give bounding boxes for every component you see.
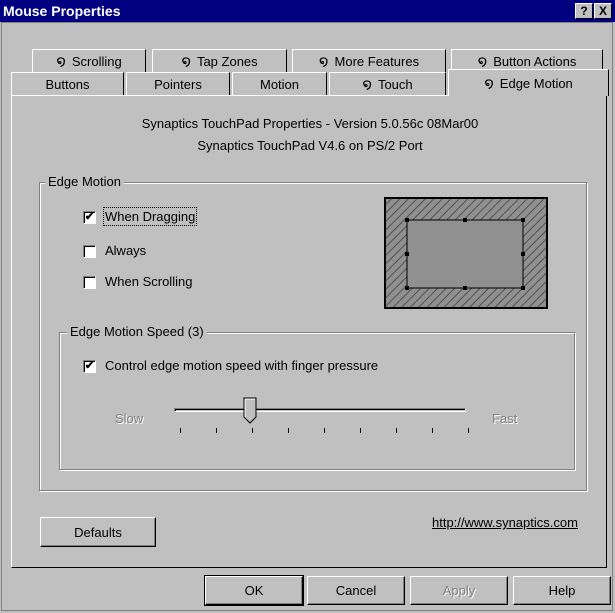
tab-label: More Features: [334, 54, 420, 69]
when-scrolling-label[interactable]: When Scrolling: [105, 274, 192, 290]
help-button-label: Help: [548, 583, 576, 598]
synaptics-swirl-icon: ໑: [318, 53, 329, 70]
check-icon: ✔: [84, 211, 95, 223]
check-icon: ✔: [84, 360, 95, 372]
tab-label: Pointers: [154, 77, 202, 92]
slider-tick: [360, 428, 361, 433]
speed-slider-thumb[interactable]: [243, 397, 258, 425]
close-icon: X: [598, 4, 607, 18]
tab-more-features[interactable]: ໑ More Features: [292, 49, 446, 73]
when-dragging-text: When Dragging: [102, 207, 198, 226]
touchpad-edge-diagram: [384, 197, 548, 309]
ok-button-label: OK: [244, 583, 264, 598]
synaptics-swirl-icon: ໑: [477, 53, 488, 70]
close-title-button[interactable]: X: [594, 3, 612, 19]
synaptics-swirl-icon: ໑: [56, 53, 66, 70]
tab-label: Edge Motion: [499, 75, 573, 91]
synaptics-swirl-icon: ໑: [362, 76, 372, 93]
synaptics-link[interactable]: http://www.synaptics.com: [432, 515, 578, 530]
defaults-button[interactable]: Defaults: [40, 517, 156, 547]
ok-button[interactable]: OK: [204, 575, 304, 606]
slider-tick: [396, 428, 397, 433]
tab-label: Touch: [377, 77, 413, 92]
version-text: Synaptics TouchPad Properties - Version …: [141, 116, 479, 131]
cancel-button[interactable]: Cancel: [307, 576, 405, 605]
tab-label: Motion: [259, 77, 300, 92]
tab-buttons[interactable]: Buttons: [11, 72, 124, 96]
synaptics-swirl-icon: ໑: [181, 53, 191, 70]
edge-motion-speed-label: Edge Motion Speed (3): [67, 324, 207, 340]
always-label[interactable]: Always: [105, 243, 146, 259]
defaults-button-label: Defaults: [74, 524, 122, 540]
title-bar: Mouse Properties: [0, 0, 615, 22]
tab-touch[interactable]: ໑ Touch: [329, 72, 446, 96]
tab-label: Tap Zones: [196, 54, 258, 69]
speed-slider-track[interactable]: [174, 408, 466, 412]
cancel-button-label: Cancel: [335, 583, 377, 598]
slider-tick: [180, 428, 181, 433]
tab-pointers[interactable]: Pointers: [126, 72, 230, 96]
slider-tick: [324, 428, 325, 433]
slider-tick: [216, 428, 217, 433]
slider-tick: [468, 428, 469, 433]
synaptics-swirl-icon: ໑: [484, 74, 494, 92]
help-title-button[interactable]: ?: [575, 3, 593, 19]
slider-tick: [288, 428, 289, 433]
window-title: Mouse Properties: [3, 3, 121, 19]
fast-label: Fast: [492, 411, 518, 426]
when-scrolling-checkbox[interactable]: [83, 276, 96, 289]
port-text: Synaptics TouchPad V4.6 on PS/2 Port: [197, 138, 423, 153]
when-dragging-label[interactable]: When Dragging: [102, 207, 198, 226]
edge-motion-group-label: Edge Motion: [45, 174, 124, 190]
tab-tap-zones[interactable]: ໑ Tap Zones: [152, 49, 287, 73]
apply-button-label: Apply: [442, 583, 476, 598]
slow-label: Slow: [115, 411, 144, 426]
speed-slider-ticks: [180, 428, 470, 434]
help-icon: ?: [580, 4, 588, 18]
tab-label: Buttons: [45, 77, 90, 92]
slider-tick: [432, 428, 433, 433]
finger-pressure-label[interactable]: Control edge motion speed with finger pr…: [105, 358, 378, 374]
tab-motion[interactable]: Motion: [232, 72, 327, 96]
finger-pressure-checkbox[interactable]: ✔: [83, 360, 96, 373]
always-checkbox[interactable]: [83, 245, 96, 258]
when-dragging-checkbox[interactable]: ✔: [83, 211, 96, 224]
apply-button[interactable]: Apply: [410, 576, 508, 605]
slider-tick: [252, 428, 253, 433]
edge-motion-speed-group: [59, 332, 575, 470]
tab-label: Button Actions: [493, 54, 577, 69]
help-button[interactable]: Help: [513, 576, 611, 605]
tab-edge-motion[interactable]: ໑ Edge Motion: [448, 69, 609, 96]
tab-label: Scrolling: [71, 54, 122, 69]
tab-scrolling[interactable]: ໑ Scrolling: [32, 49, 146, 73]
edge-motion-panel: Synaptics TouchPad Properties - Version …: [11, 95, 607, 568]
